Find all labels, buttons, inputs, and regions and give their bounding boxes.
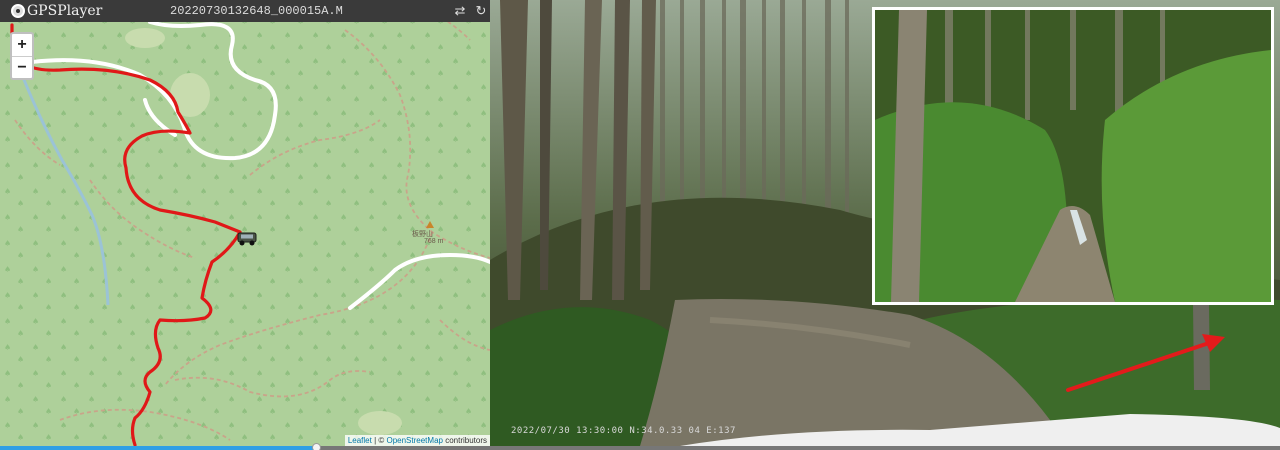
clearing [358,411,402,435]
title-bar: GPSPlayer 20220730132648_000015A.M ⇄ ↻ [0,0,490,22]
playback-timeline[interactable] [0,443,1280,450]
video-panel[interactable]: 2022/07/30 13:30:00 N:34.0.33 04 E:137 [490,0,1280,446]
openstreetmap-link[interactable]: OpenStreetMap [386,436,442,445]
app-title: GPSPlayer [27,3,103,19]
timestamp-overlay: 2022/07/30 13:30:00 N:34.0.33 04 E:137 [511,426,736,436]
forest-pattern [0,0,490,450]
swap-arrows-icon[interactable]: ⇄ [452,3,468,19]
zoom-control: + − [10,32,34,80]
map-canvas[interactable]: ♠ ♠ [0,0,490,450]
peak-elevation-label: 768 m [424,238,444,245]
zoom-out-button[interactable]: − [12,56,32,78]
map-panel[interactable]: ♠ ♠ [0,0,490,450]
leaflet-link[interactable]: Leaflet [348,436,372,445]
attribution-suffix: contributors [442,436,487,445]
car-icon [237,232,257,246]
file-name: 20220730132648_000015A.M [170,4,343,18]
reload-icon[interactable]: ↻ [473,3,489,19]
timeline-handle[interactable] [312,443,322,450]
timeline-progress [0,446,317,450]
clearing [125,28,165,48]
attribution-separator: | © [371,436,387,445]
zoom-in-button[interactable]: + [12,34,32,56]
inset-photo [872,7,1274,305]
app-logo-icon [11,4,25,18]
